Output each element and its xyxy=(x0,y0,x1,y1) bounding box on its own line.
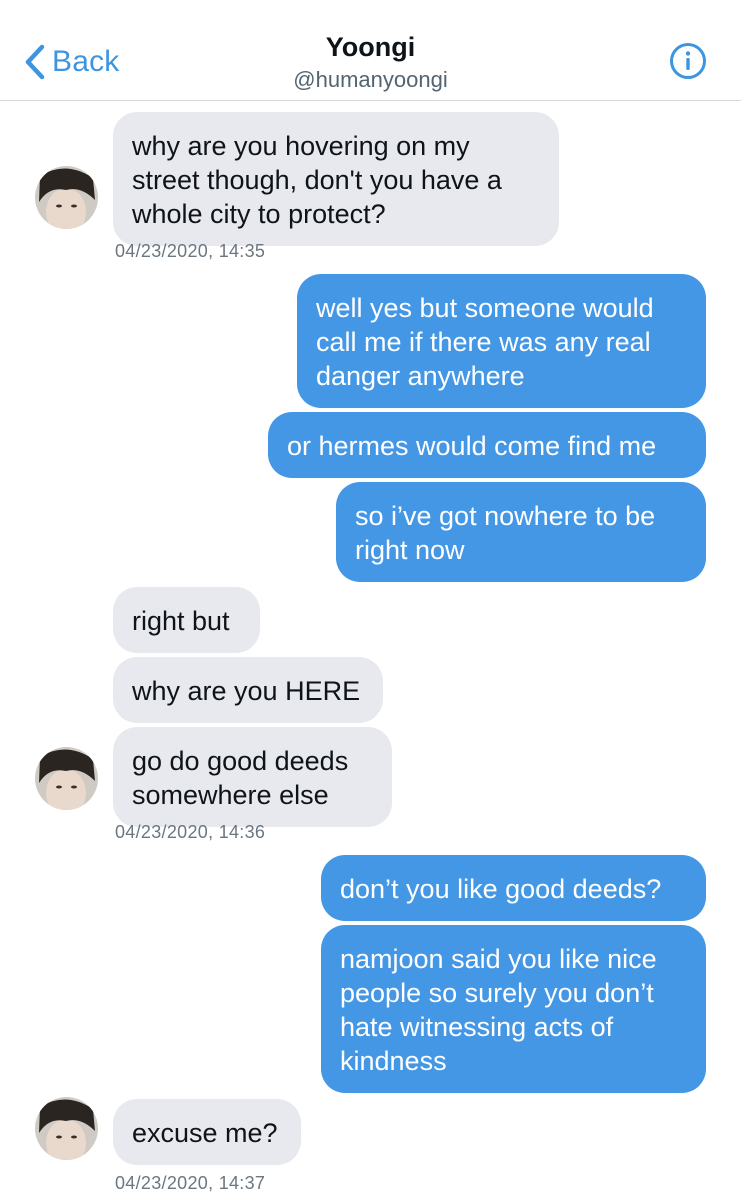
conversation-header: Back Yoongi @humanyoongi xyxy=(0,0,741,101)
incoming-message[interactable]: go do good deeds somewhere else xyxy=(113,727,392,827)
contact-name: Yoongi xyxy=(325,32,416,62)
message-thread: why are you hovering on my street though… xyxy=(0,101,741,1200)
message-timestamp: 04/23/2020, 14:35 xyxy=(115,241,266,261)
outgoing-message[interactable]: well yes but someone would call me if th… xyxy=(297,274,706,408)
outgoing-message[interactable]: namjoon said you like nice people so sur… xyxy=(321,925,706,1093)
info-button[interactable] xyxy=(669,42,707,80)
incoming-message[interactable]: right but xyxy=(113,587,260,653)
conversation-title: Yoongi @humanyoongi xyxy=(0,30,741,94)
avatar[interactable] xyxy=(35,166,98,229)
incoming-message[interactable]: why are you hovering on my street though… xyxy=(113,112,559,246)
info-icon xyxy=(670,43,706,79)
incoming-message[interactable]: excuse me? xyxy=(113,1099,301,1165)
outgoing-message[interactable]: or hermes would come find me xyxy=(268,412,706,478)
outgoing-message[interactable]: so i’ve got nowhere to be right now xyxy=(336,482,706,582)
message-timestamp: 04/23/2020, 14:36 xyxy=(115,822,266,842)
message-timestamp: 04/23/2020, 14:37 xyxy=(115,1173,266,1193)
incoming-message[interactable]: why are you HERE xyxy=(113,657,383,723)
avatar[interactable] xyxy=(35,747,98,810)
avatar[interactable] xyxy=(35,1097,98,1160)
contact-handle: @humanyoongi xyxy=(293,67,448,92)
outgoing-message[interactable]: don’t you like good deeds? xyxy=(321,855,706,921)
